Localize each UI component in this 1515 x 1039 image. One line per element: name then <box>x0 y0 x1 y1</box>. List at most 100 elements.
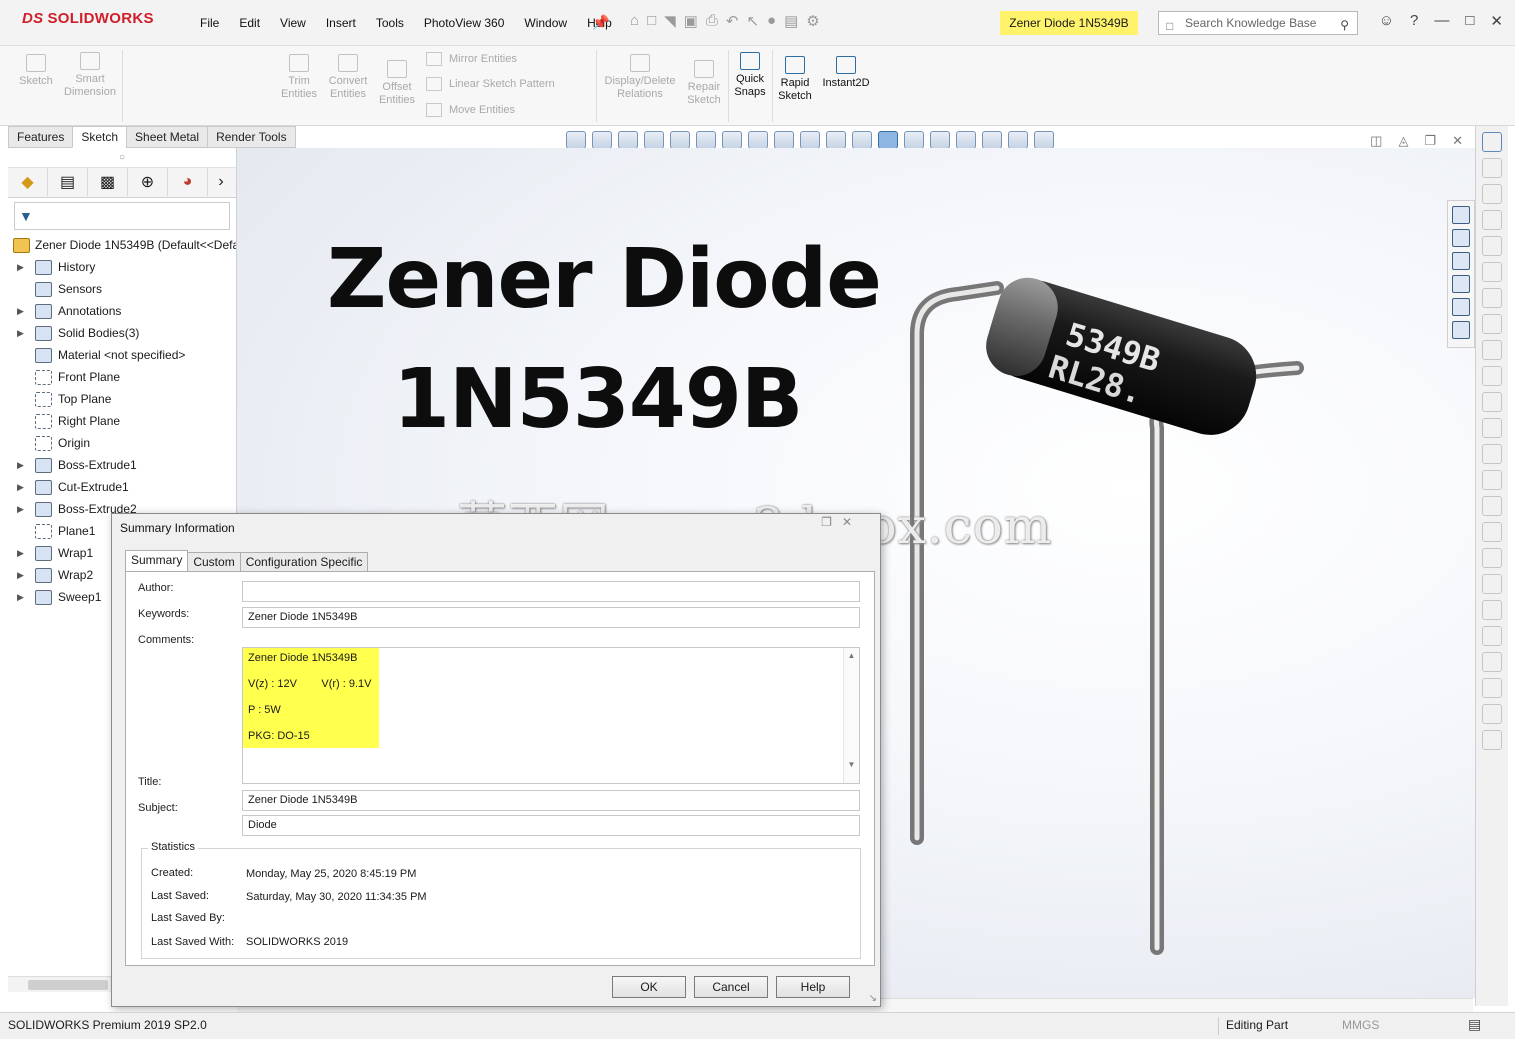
hide-show-items-icon[interactable] <box>930 131 950 149</box>
sketch-tool-icon[interactable] <box>1482 210 1502 230</box>
file-explorer-icon[interactable] <box>1452 252 1470 270</box>
dialog-restore-icon[interactable]: ❐ <box>821 515 832 529</box>
user-icon[interactable]: ☺ <box>1379 12 1394 30</box>
linear-sketch-pattern-button[interactable]: Linear Sketch Pattern <box>426 77 555 91</box>
scrollbar-thumb[interactable] <box>28 980 108 990</box>
expand-arrow-icon[interactable]: ▶ <box>17 476 24 498</box>
instant2d-button[interactable]: Instant2D <box>820 56 872 90</box>
select-icon[interactable]: ↖ <box>746 12 759 30</box>
new-document-icon[interactable]: □ <box>647 12 656 30</box>
trim-entities-button[interactable]: Trim Entities <box>278 54 320 101</box>
tree-item-right-plane[interactable]: Right Plane <box>8 410 236 432</box>
tree-item-cut-extrude1[interactable]: ▶ Cut-Extrude1 <box>8 476 236 498</box>
design-library-icon[interactable] <box>1452 229 1470 247</box>
file-properties-icon[interactable]: ▤ <box>784 12 798 30</box>
rebuild-status-icon[interactable]: ▤ <box>1468 1016 1481 1033</box>
minimize-icon[interactable]: — <box>1434 12 1449 30</box>
bottom-view-icon[interactable] <box>826 131 846 149</box>
scene-icon[interactable] <box>982 131 1002 149</box>
custom-properties-icon[interactable] <box>1452 321 1470 339</box>
comments-field[interactable]: Zener Diode 1N5349B V(z) : 12V V(r) : 9.… <box>242 647 860 784</box>
tab-summary[interactable]: Summary <box>125 550 189 572</box>
sketch-tool-icon[interactable] <box>1482 184 1502 204</box>
author-field[interactable] <box>242 581 860 602</box>
tab-custom[interactable]: Custom <box>187 552 241 572</box>
close-icon[interactable]: ✕ <box>1490 12 1503 30</box>
expand-arrow-icon[interactable]: ▶ <box>17 498 24 520</box>
sketch-tool-icon[interactable] <box>1482 314 1502 334</box>
pin-icon[interactable]: 📌 <box>592 14 609 31</box>
dialog-close-icon[interactable]: ✕ <box>842 515 852 529</box>
feature-manager-tab-icon[interactable]: ◆ <box>8 168 48 196</box>
status-units[interactable]: MMGS <box>1342 1018 1379 1032</box>
sketch-tool-icon[interactable] <box>1482 704 1502 724</box>
open-icon[interactable]: ◥ <box>664 12 676 30</box>
search-knowledge-base-input[interactable]: □ Search Knowledge Base ⚲ <box>1158 11 1358 35</box>
smart-dimension-button[interactable]: Smart Dimension <box>62 52 118 99</box>
expand-arrow-icon[interactable]: ▶ <box>17 542 24 564</box>
mirror-entities-button[interactable]: Mirror Entities <box>426 52 517 66</box>
move-entities-button[interactable]: Move Entities <box>426 103 515 117</box>
tab-render-tools[interactable]: Render Tools <box>207 126 296 148</box>
title-field[interactable]: Zener Diode 1N5349B <box>242 790 860 811</box>
shaded-icon[interactable] <box>904 131 924 149</box>
tab-sheet-metal[interactable]: Sheet Metal <box>126 126 209 148</box>
convert-entities-button[interactable]: Convert Entities <box>324 54 372 101</box>
offset-entities-button[interactable]: Offset Entities <box>376 60 418 107</box>
diode-model[interactable]: 5349B RL28. <box>877 248 1337 968</box>
print-icon[interactable]: ⎙ <box>706 12 718 30</box>
quick-snaps-button[interactable]: Quick Snaps <box>731 52 769 99</box>
display-manager-tab-icon[interactable]: ◕ <box>168 168 208 196</box>
menu-view[interactable]: View <box>270 16 316 30</box>
sketch-tool-icon[interactable] <box>1482 522 1502 542</box>
sketch-tool-icon[interactable] <box>1482 262 1502 282</box>
sketch-tool-icon[interactable] <box>1482 288 1502 308</box>
sketch-button[interactable]: Sketch <box>14 54 58 88</box>
expand-arrow-icon[interactable]: ▶ <box>17 586 24 608</box>
display-icon[interactable] <box>1034 131 1054 149</box>
sketch-tool-icon[interactable] <box>1482 158 1502 178</box>
comments-scrollbar[interactable]: ▲ ▼ <box>843 648 859 783</box>
tree-item-front-plane[interactable]: Front Plane <box>8 366 236 388</box>
tree-item-annotations[interactable]: ▶ Annotations <box>8 300 236 322</box>
front-view-icon[interactable] <box>696 131 716 149</box>
ok-button[interactable]: OK <box>612 976 686 998</box>
view-settings-icon[interactable] <box>1008 131 1028 149</box>
expand-arrow-icon[interactable]: ▶ <box>17 564 24 586</box>
edit-appearance-icon[interactable] <box>956 131 976 149</box>
sketch-tool-icon[interactable] <box>1482 444 1502 464</box>
scroll-up-icon[interactable]: ▲ <box>844 651 859 660</box>
panel-grip[interactable]: ○ <box>8 148 236 168</box>
tab-sketch[interactable]: Sketch <box>72 126 128 148</box>
sketch-tool-icon[interactable] <box>1482 626 1502 646</box>
sketch-tool-icon[interactable] <box>1482 574 1502 594</box>
tree-filter[interactable]: ▼ <box>14 202 230 230</box>
sketch-tool-icon[interactable] <box>1482 548 1502 568</box>
dimxpert-manager-tab-icon[interactable]: ⊕ <box>128 168 168 196</box>
view-palette-icon[interactable] <box>1452 275 1470 293</box>
sketch-tool-icon[interactable] <box>1482 678 1502 698</box>
left-view-icon[interactable] <box>748 131 768 149</box>
subject-field[interactable]: Diode <box>242 815 860 836</box>
tab-configuration-specific[interactable]: Configuration Specific <box>239 552 369 572</box>
view-orientation-icon[interactable] <box>670 131 690 149</box>
expand-arrow-icon[interactable]: ▶ <box>17 454 24 476</box>
shaded-with-edges-icon[interactable] <box>878 131 898 149</box>
tree-item-top-plane[interactable]: Top Plane <box>8 388 236 410</box>
viewport-restore-icon[interactable]: ❐ <box>1424 133 1436 149</box>
tree-item-history[interactable]: ▶ History <box>8 256 236 278</box>
undo-icon[interactable]: ↶ <box>726 12 739 30</box>
sketch-tool-icon[interactable] <box>1482 496 1502 516</box>
more-tabs-chevron-icon[interactable]: › <box>208 168 234 196</box>
tree-item-sensors[interactable]: Sensors <box>8 278 236 300</box>
display-delete-relations-button[interactable]: Display/Delete Relations <box>600 54 680 101</box>
help-button[interactable]: Help <box>776 976 850 998</box>
zoom-to-fit-icon[interactable] <box>566 131 586 149</box>
sketch-tool-icon[interactable] <box>1482 600 1502 620</box>
tab-features[interactable]: Features <box>8 126 74 148</box>
menu-window[interactable]: Window <box>514 16 577 30</box>
viewport-tile-icon[interactable]: ◫ <box>1370 133 1382 149</box>
sketch-tool-icon[interactable] <box>1482 418 1502 438</box>
scroll-down-icon[interactable]: ▼ <box>844 760 859 769</box>
sketch-tool-icon[interactable] <box>1482 236 1502 256</box>
